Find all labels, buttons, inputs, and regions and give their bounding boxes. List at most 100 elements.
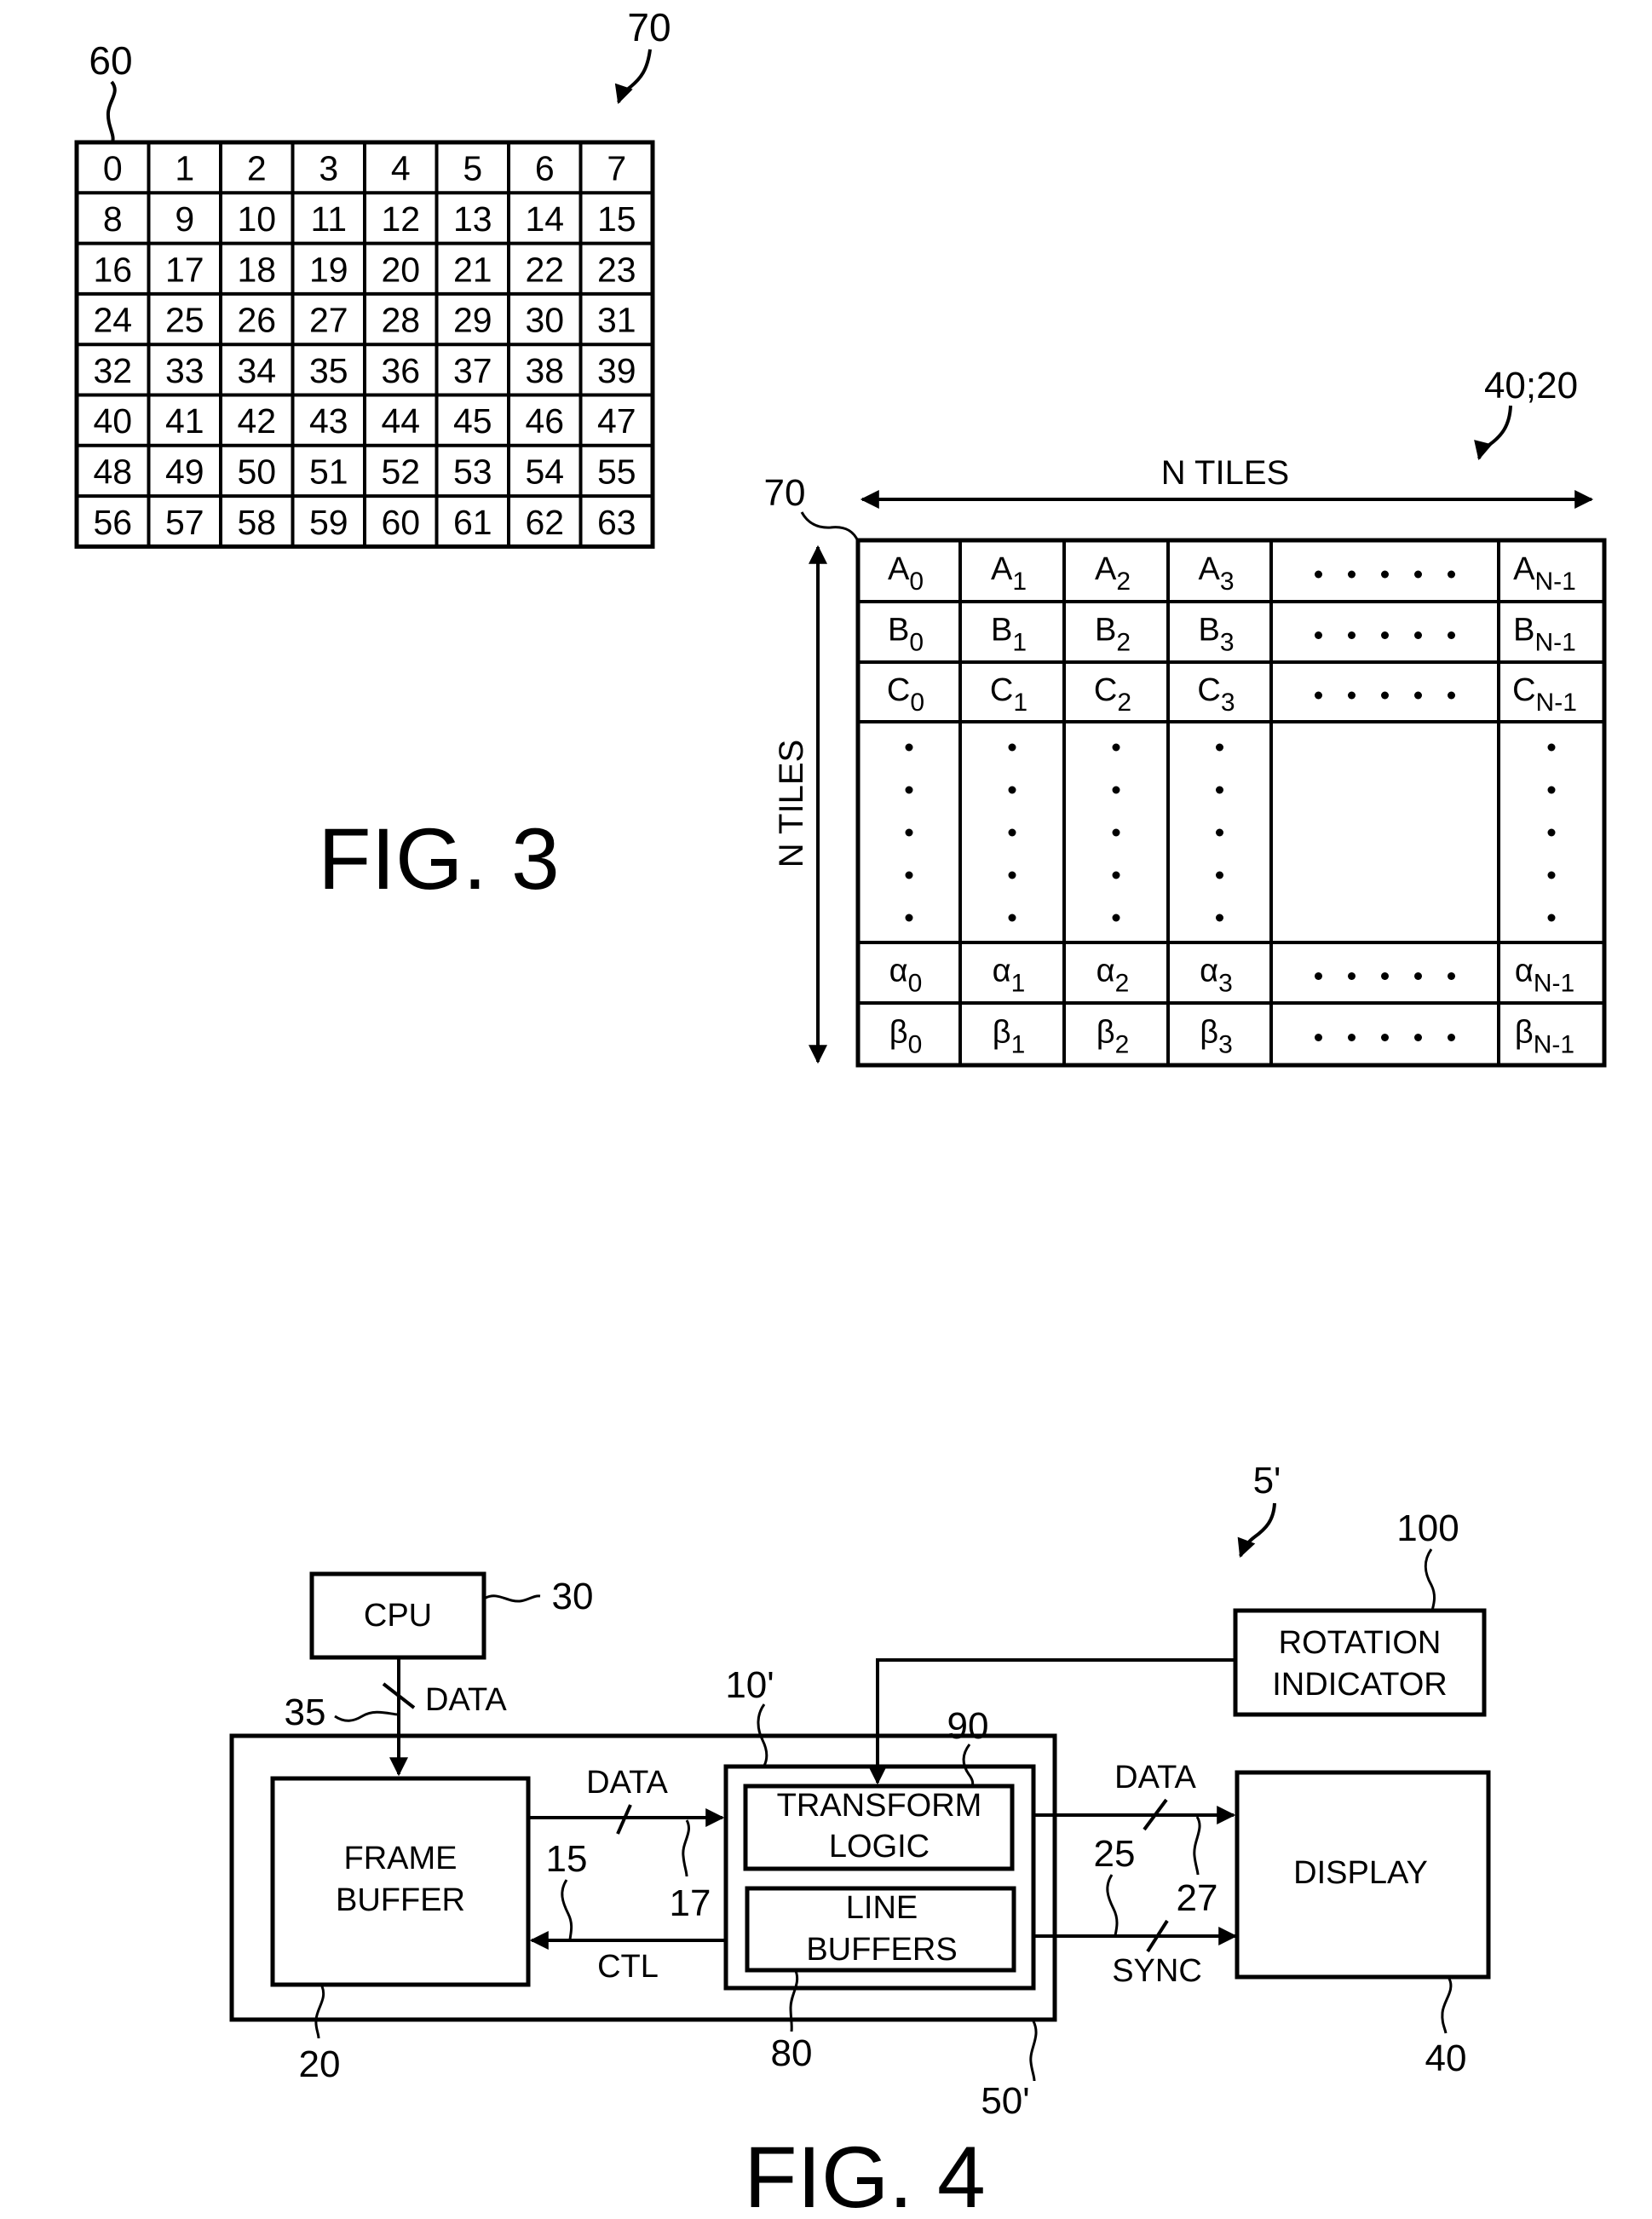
tile-label-subscript: 2 (1116, 629, 1131, 657)
pixel-index-cell: 43 (309, 401, 348, 441)
ref-label-25: 25 (1094, 1833, 1136, 1875)
rotation-indicator-label-line1: ROTATION (1279, 1625, 1442, 1661)
tile-label-subscript: 0 (909, 568, 924, 596)
ref-label-70-tile: 70 (627, 5, 671, 49)
vertical-ellipsis-dot (1008, 743, 1016, 752)
tile-label-subscript: 2 (1117, 689, 1131, 717)
pixel-index-cell: 14 (525, 199, 564, 239)
pixel-index-cell: 33 (165, 351, 204, 390)
pixel-index-cell: 45 (453, 401, 492, 441)
tile-label-base: α (1097, 954, 1115, 989)
fig3-pixel-tile: 0 1 2 3 4 5 6 78 9 10 11 12 13 14 1516 17 18 19 20 21 22 2324… (74, 140, 655, 549)
ref-label-5-prime: 5' (1253, 1460, 1281, 1501)
pixel-index-cell: 25 (165, 301, 204, 340)
rotation-indicator-label-line2: INDICATOR (1272, 1667, 1448, 1703)
pixel-index-cell: 7 (607, 149, 626, 188)
ref-label-27: 27 (1177, 1877, 1218, 1919)
pixel-index-cell: 26 (237, 301, 276, 340)
pixel-index-cell: 30 (525, 301, 564, 340)
leader-line-40 (1441, 1978, 1453, 2034)
tile-label-base: B (1095, 613, 1116, 648)
pixel-index-cell: 18 (237, 250, 276, 289)
pixel-index-cell: 28 (381, 301, 420, 340)
vertical-ellipsis-dot (1216, 786, 1223, 794)
pixel-index-cell: 34 (237, 351, 276, 390)
vertical-ellipsis-dot (905, 871, 913, 879)
horizontal-ellipsis-dot (1348, 1034, 1356, 1041)
pixel-index-cell: 4 (391, 149, 411, 188)
tile-label-base: B (1513, 613, 1534, 648)
pixel-index-cell: 11 (310, 199, 347, 239)
pixel-index-cell: 5 (463, 149, 482, 188)
leader-line-25 (1106, 1874, 1119, 1936)
pixel-index-cell: 52 (381, 452, 420, 491)
ref-label-40: 40 (1425, 2037, 1467, 2079)
ref-label-20: 20 (299, 2043, 341, 2085)
tile-label-subscript: 3 (1218, 970, 1233, 998)
fb-data-label: DATA (586, 1765, 668, 1801)
horizontal-ellipsis-dot (1448, 691, 1455, 700)
vertical-ellipsis-dot (1112, 871, 1120, 879)
pixel-index-cell: 15 (597, 199, 636, 239)
n-tiles-height-label: N TILES (773, 740, 810, 867)
ref-label-15: 15 (546, 1838, 588, 1880)
horizontal-ellipsis-dot (1348, 570, 1356, 579)
ref-label-50-prime: 50' (981, 2080, 1029, 2122)
patent-drawing-sheet: 0 1 2 3 4 5 6 78 9 10 11 12 13 14 1516 17 18 19 20 21 22 2324… (74, 5, 1607, 2219)
pixel-index-cell: 47 (597, 401, 636, 441)
tile-label-subscript: 1 (1012, 568, 1027, 596)
pixel-index-cell: 36 (381, 351, 420, 390)
tile-label-subscript: 3 (1221, 689, 1235, 717)
tile-label-subscript: 2 (1115, 1031, 1130, 1059)
vertical-ellipsis-dot (905, 828, 913, 837)
pixel-index-cell: 44 (381, 401, 420, 441)
tile-label-base: A (1095, 551, 1117, 587)
horizontal-ellipsis-dot (1348, 972, 1356, 980)
tile-label-base: β (993, 1015, 1011, 1051)
leader-line-17 (682, 1819, 690, 1877)
horizontal-ellipsis-dot (1348, 631, 1356, 639)
tile-label-subscript: N-1 (1535, 629, 1576, 657)
pixel-index-cell: 49 (165, 452, 204, 491)
pixel-index-cell: 50 (237, 452, 276, 491)
pixel-index-cell: 35 (309, 351, 348, 390)
horizontal-ellipsis-dot (1315, 631, 1322, 639)
pixel-index-cell: 16 (93, 250, 132, 289)
pixel-index-cell: 20 (381, 250, 420, 289)
horizontal-ellipsis-dot (1381, 1034, 1389, 1041)
vertical-ellipsis-dot (905, 743, 913, 752)
tile-label-base: A (1198, 551, 1220, 587)
tile-label-base: C (1094, 672, 1117, 708)
tile-label-subscript: 1 (1011, 1031, 1026, 1059)
tile-label-base: C (1512, 672, 1535, 708)
pixel-index-cell: 53 (453, 452, 492, 491)
vertical-ellipsis-dot (1547, 786, 1556, 794)
cpu-bus-label: DATA (425, 1682, 507, 1718)
tile-label-subscript: 0 (908, 1031, 923, 1059)
pixel-index-cell: 21 (453, 250, 492, 289)
vertical-ellipsis-dot (1112, 914, 1120, 922)
leader-line-15 (561, 1879, 573, 1940)
tile-label-base: B (888, 613, 909, 648)
tile-label-subscript: N-1 (1536, 689, 1577, 717)
pixel-index-cell: 63 (597, 503, 636, 542)
reference-arrow-40-20 (1474, 405, 1512, 461)
line-buffers-label-line2: BUFFERS (806, 1932, 957, 1968)
fig3-tile-array: A0 A1 A2 A3 AN-1B0 B1 B2 B3 BN-1C0 C1 C2 C3 CN-1α0 α1… (855, 538, 1607, 1068)
horizontal-ellipsis-dot (1414, 972, 1422, 980)
horizontal-ellipsis-dot (1448, 1034, 1455, 1041)
pixel-index-cell: 60 (381, 503, 420, 542)
tile-label-base: A (991, 551, 1013, 587)
tile-label-subscript: 3 (1220, 629, 1235, 657)
pixel-index-cell: 3 (319, 149, 338, 188)
leader-line-20 (314, 1986, 325, 2039)
tile-label-base: B (991, 613, 1012, 648)
horizontal-ellipsis-dot (1448, 972, 1455, 980)
pixel-index-cell: 57 (165, 503, 204, 542)
pixel-index-cell: 32 (93, 351, 132, 390)
pixel-index-cell: 59 (309, 503, 348, 542)
tile-label-subscript: 1 (1012, 629, 1027, 657)
transform-logic-label-line2: LOGIC (829, 1829, 930, 1865)
tile-label-subscript: 1 (1013, 689, 1027, 717)
ref-label-35: 35 (285, 1692, 326, 1733)
